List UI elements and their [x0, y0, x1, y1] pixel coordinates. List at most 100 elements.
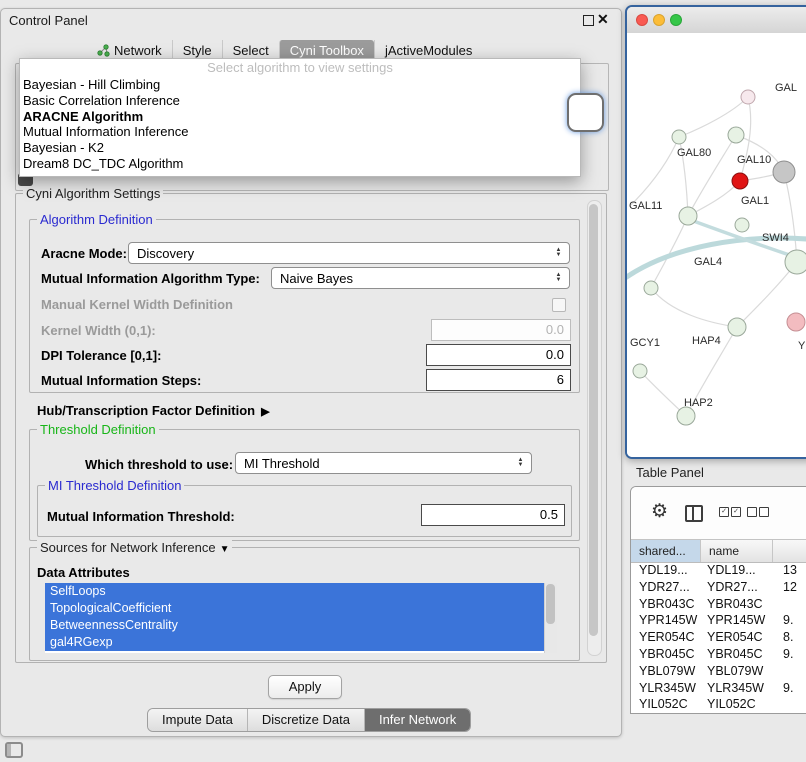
cell: YER054C — [631, 629, 701, 646]
select-all-button[interactable]: ✓ ✓ — [719, 507, 741, 517]
apply-button[interactable]: Apply — [268, 675, 342, 699]
aracne-mode-select[interactable]: Discovery ▲▼ — [128, 242, 570, 264]
manual-kernel-checkbox[interactable] — [552, 298, 566, 312]
table-row[interactable]: YBR043C YBR043C — [631, 596, 806, 613]
table-row[interactable]: YLR345W YLR345W 9. — [631, 680, 806, 697]
sources-title: Sources for Network Inference — [40, 540, 216, 555]
mi-threshold-label: Mutual Information Threshold: — [47, 509, 235, 524]
manual-kernel-label: Manual Kernel Width Definition — [41, 297, 233, 312]
node-label: SWI4 — [762, 232, 789, 244]
cyni-algorithm-settings-title: Cyni Algorithm Settings — [23, 186, 163, 201]
close-traffic-light-icon[interactable] — [636, 14, 648, 26]
node-label: HAP4 — [692, 335, 721, 347]
node-label: GAL10 — [737, 154, 771, 166]
dpi-tolerance-field[interactable]: 0.0 — [426, 344, 571, 366]
node-label: GAL1 — [741, 195, 769, 207]
node-label: GAL — [775, 82, 797, 94]
tab-cyni-toolbox-label: Cyni Toolbox — [290, 43, 364, 58]
table-row[interactable]: YBL079W YBL079W — [631, 663, 806, 680]
collapsed-panel-icon[interactable] — [5, 742, 23, 758]
cell: 13 — [773, 562, 806, 579]
cell: YIL052C — [701, 696, 773, 713]
cell: 9. — [773, 646, 806, 663]
mi-steps-label: Mutual Information Steps: — [41, 373, 201, 388]
deselect-all-button[interactable] — [747, 507, 769, 517]
list-item-selected[interactable]: TopologicalCoefficient — [45, 600, 545, 617]
dropdown-item-selected[interactable]: ARACNE Algorithm — [20, 109, 580, 125]
dropdown-item[interactable]: Bayesian - K2 — [20, 140, 580, 156]
tab-discretize-data[interactable]: Discretize Data — [248, 709, 365, 731]
settings-scrollbar-thumb[interactable] — [589, 204, 598, 636]
dropdown-item[interactable]: Bayesian - Hill Climbing — [20, 77, 580, 93]
cell: YBR043C — [631, 596, 701, 613]
attribute-list-scrollbar[interactable] — [544, 583, 557, 653]
table-row[interactable]: YPR145W YPR145W 9. — [631, 612, 806, 629]
column-header-shared[interactable]: shared... — [631, 540, 701, 562]
table-row[interactable]: YIL052C YIL052C — [631, 696, 806, 713]
control-panel-window: Control Panel ✕ Network Style Select — [0, 8, 622, 737]
cell: YIL052C — [631, 696, 701, 713]
cell: 9. — [773, 612, 806, 629]
hub-section-toggle[interactable]: Hub/Transcription Factor Definition▶ — [37, 403, 270, 418]
attribute-list-scrollbar-thumb[interactable] — [546, 584, 555, 624]
table-row[interactable]: YDL19... YDL19... 13 — [631, 562, 806, 579]
list-item-selected[interactable]: SelfLoops — [45, 583, 545, 600]
mi-steps-field[interactable]: 6 — [426, 369, 571, 391]
tab-impute-data[interactable]: Impute Data — [148, 709, 248, 731]
settings-scrollbar[interactable] — [587, 200, 602, 656]
cell: YDR27... — [631, 579, 701, 596]
cell — [773, 696, 806, 713]
cell: YER054C — [701, 629, 773, 646]
table-row[interactable]: YER054C YER054C 8. — [631, 629, 806, 646]
node-gray — [773, 161, 795, 183]
algorithm-definition-title: Algorithm Definition — [37, 212, 156, 227]
aracne-mode-value: Discovery — [129, 246, 551, 261]
list-item-selected[interactable]: BetweennessCentrality — [45, 617, 545, 634]
kernel-width-field[interactable]: 0.0 — [431, 319, 571, 341]
window-title: Control Panel — [9, 13, 88, 28]
columns-icon[interactable] — [685, 505, 703, 522]
table-row[interactable]: YDR27... YDR27... 12 — [631, 579, 806, 596]
hub-section-label: Hub/Transcription Factor Definition — [37, 403, 255, 418]
cell — [773, 663, 806, 680]
sources-toggle[interactable]: Sources for Network Inference▼ — [37, 540, 232, 555]
close-icon[interactable]: ✕ — [597, 11, 609, 28]
which-threshold-select[interactable]: MI Threshold ▲▼ — [235, 452, 532, 474]
column-header-extra[interactable] — [773, 540, 806, 562]
list-item-selected[interactable]: gal4RGexp — [45, 634, 545, 651]
table-body: YDL19... YDL19... 13 YDR27... YDR27... 1… — [631, 562, 806, 713]
node-selected-red — [732, 173, 748, 189]
cell: YLR345W — [631, 680, 701, 697]
cell — [773, 596, 806, 613]
cell: 8. — [773, 629, 806, 646]
network-canvas[interactable]: GAL GAL80 GAL10 GAL11 GAL1 SWI4 GAL4 GCY… — [627, 33, 806, 457]
minimize-traffic-light-icon[interactable] — [653, 14, 665, 26]
float-window-icon[interactable] — [583, 15, 594, 26]
gear-icon[interactable]: ⚙ — [651, 502, 668, 522]
tab-infer-network[interactable]: Infer Network — [365, 709, 470, 731]
partially-hidden-field[interactable] — [567, 93, 604, 132]
network-window-titlebar[interactable] — [627, 7, 806, 34]
network-graph: GAL GAL80 GAL10 GAL11 GAL1 SWI4 GAL4 GCY… — [627, 33, 806, 455]
dropdown-item[interactable]: Mutual Information Inference — [20, 124, 580, 140]
mi-type-value: Naive Bayes — [272, 271, 551, 286]
mi-threshold-group-title: MI Threshold Definition — [45, 478, 184, 493]
dropdown-item[interactable]: Basic Correlation Inference — [20, 93, 580, 109]
tab-style-label: Style — [183, 43, 212, 58]
zoom-traffic-light-icon[interactable] — [670, 14, 682, 26]
cell: 9. — [773, 680, 806, 697]
chevron-up-down-icon: ▲▼ — [551, 248, 569, 258]
threshold-definition-title: Threshold Definition — [37, 422, 159, 437]
chevron-up-down-icon: ▲▼ — [551, 273, 569, 283]
mi-type-select[interactable]: Naive Bayes ▲▼ — [271, 267, 570, 289]
node — [633, 364, 647, 378]
mi-threshold-field[interactable]: 0.5 — [421, 504, 565, 526]
network-icon — [97, 44, 110, 57]
table-row[interactable]: YBR045C YBR045C 9. — [631, 646, 806, 663]
tab-network-label: Network — [114, 43, 162, 58]
cell: YBL079W — [701, 663, 773, 680]
dropdown-item[interactable]: Dream8 DC_TDC Algorithm — [20, 156, 580, 172]
cell: YDL19... — [631, 562, 701, 579]
column-header-name[interactable]: name — [701, 540, 773, 562]
node-label: GAL11 — [629, 200, 662, 212]
